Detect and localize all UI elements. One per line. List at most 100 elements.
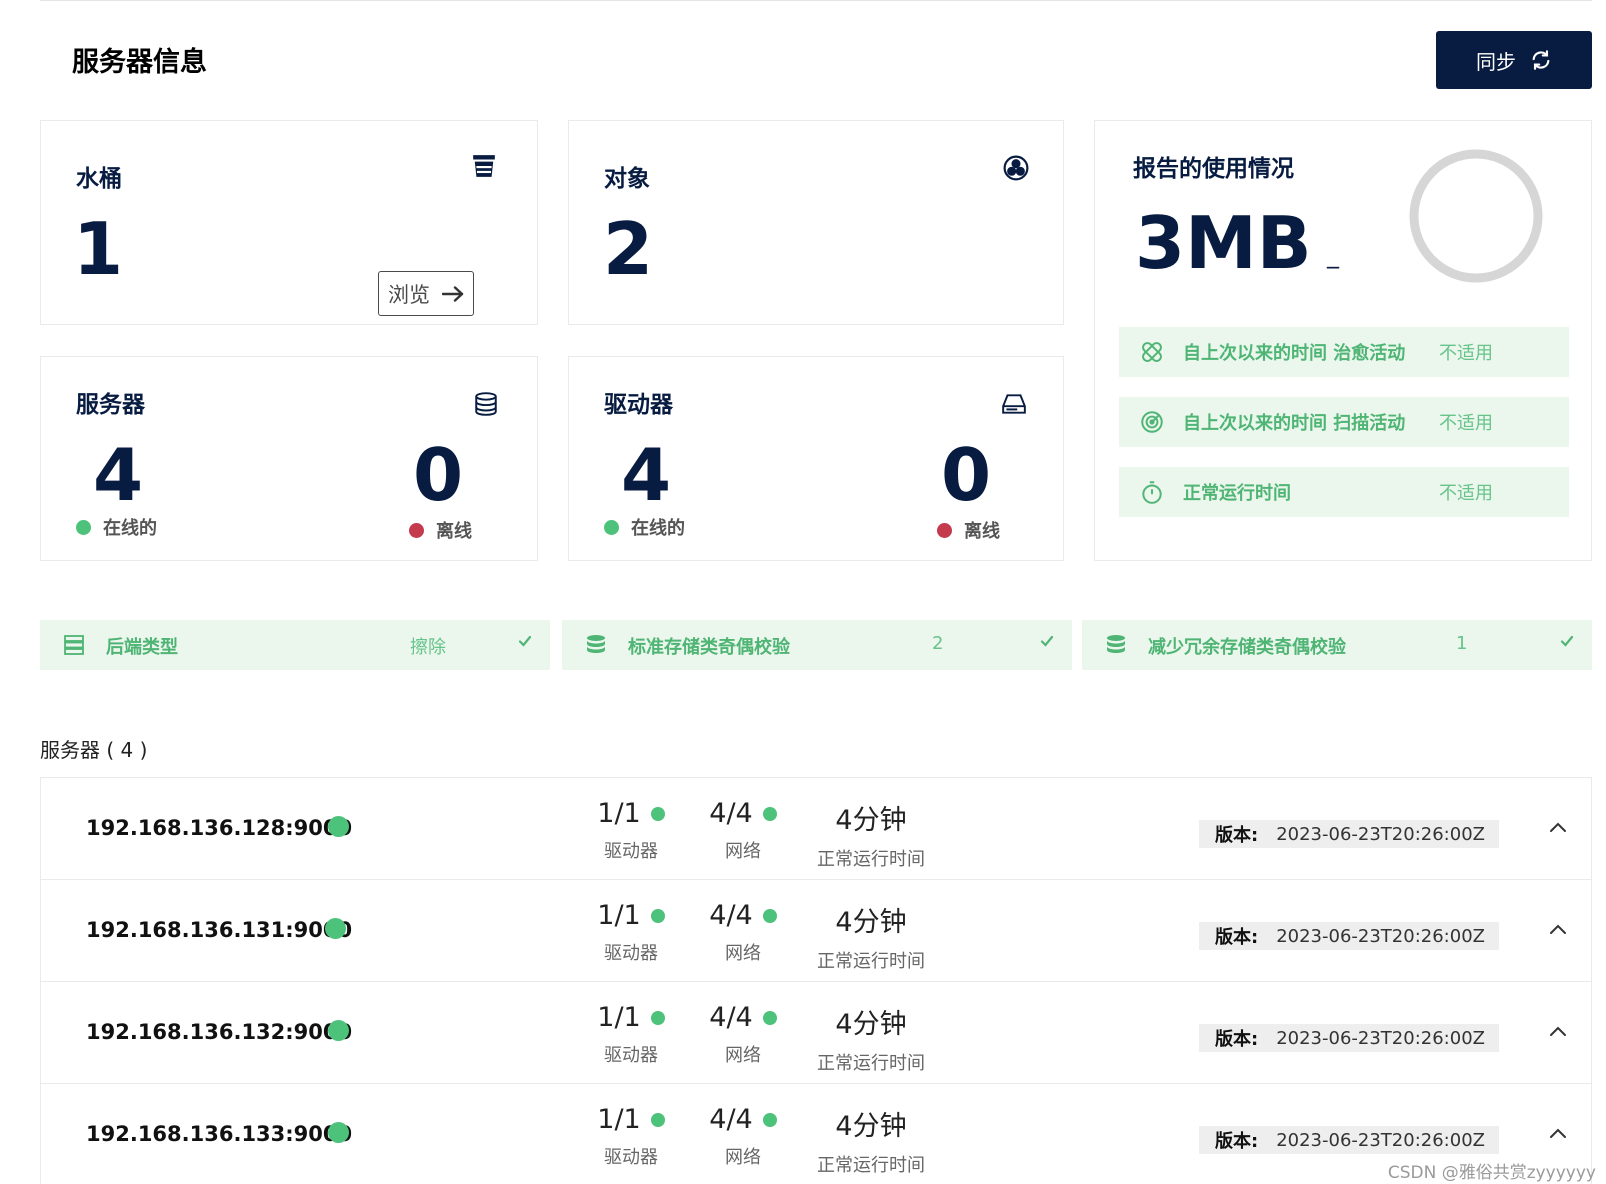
drives-value: 1/1 (597, 1002, 641, 1033)
network-status-dot (762, 1112, 777, 1127)
server-row[interactable]: 192.168.136.133:9000 1/1 驱动器 4/4 网络 4分钟 … (40, 1084, 1592, 1184)
objects-card: 对象 2 (568, 120, 1064, 325)
network-status-dot (762, 1010, 777, 1025)
servers-offline-label: 离线 (436, 521, 472, 542)
uptime-label: 正常运行时间 (817, 1053, 925, 1074)
network-metric: 4/4 网络 (691, 900, 795, 965)
drives-value: 1/1 (597, 798, 641, 829)
standard-parity-strip: 标准存储类奇偶校验 2 (562, 620, 1072, 670)
database-stack-icon (1107, 635, 1125, 653)
top-divider (40, 0, 1592, 1)
refresh-icon (1532, 50, 1550, 70)
version-value: 2023-06-23T20:26:00Z (1276, 823, 1485, 845)
servers-offline-status: 离线 (409, 517, 472, 543)
network-value: 4/4 (709, 798, 753, 829)
network-value: 4/4 (709, 900, 753, 931)
drives-metric: 1/1 驱动器 (581, 1104, 681, 1169)
offline-dot (937, 522, 952, 538)
version-label: 版本: (1215, 1131, 1259, 1152)
drives-online-status: 在线的 (604, 514, 685, 540)
watermark: CSDN @雅俗共赏zyyyyyy (1387, 1163, 1596, 1183)
objects-title: 对象 (604, 166, 650, 192)
heal-activity-label: 自上次以来的时间 治愈活动 (1183, 343, 1406, 364)
drives-label: 驱动器 (604, 1045, 658, 1066)
drives-label: 驱动器 (604, 841, 658, 862)
servers-title: 服务器 (76, 392, 145, 418)
network-status-dot (762, 908, 777, 923)
network-metric: 4/4 网络 (691, 798, 795, 863)
uptime-value: 4分钟 (835, 805, 907, 836)
backend-type-strip: 后端类型 擦除 (40, 620, 550, 670)
network-metric: 4/4 网络 (691, 1002, 795, 1067)
server-status-dot (328, 1020, 349, 1041)
page-title: 服务器信息 (72, 47, 207, 78)
uptime-label: 正常运行时间 (817, 849, 925, 870)
radar-icon (1141, 411, 1163, 433)
version-value: 2023-06-23T20:26:00Z (1276, 925, 1485, 947)
server-row[interactable]: 192.168.136.131:9000 1/1 驱动器 4/4 网络 4分钟 … (40, 880, 1592, 982)
server-row[interactable]: 192.168.136.128:9000 1/1 驱动器 4/4 网络 4分钟 … (40, 778, 1592, 880)
chevron-up-icon[interactable] (1549, 1126, 1567, 1140)
bucket-icon (473, 155, 495, 177)
scan-activity-value: 不适用 (1439, 413, 1493, 434)
servers-offline-count: 0 (413, 433, 464, 517)
uptime-value: 不适用 (1439, 483, 1493, 504)
heal-activity-value: 不适用 (1439, 343, 1493, 364)
version-value: 2023-06-23T20:26:00Z (1276, 1129, 1485, 1151)
network-value: 4/4 (709, 1104, 753, 1135)
network-status-dot (762, 806, 777, 821)
drives-card: 驱动器 4 在线的 0 离线 (568, 356, 1064, 561)
drives-metric: 1/1 驱动器 (581, 1002, 681, 1067)
buckets-title: 水桶 (76, 166, 122, 192)
usage-title: 报告的使用情况 (1133, 156, 1294, 182)
drives-label: 驱动器 (604, 943, 658, 964)
standard-parity-label: 标准存储类奇偶校验 (628, 637, 790, 658)
buckets-card: 水桶 1 浏览 (40, 120, 538, 325)
check-icon (1040, 635, 1054, 647)
online-dot (76, 519, 91, 535)
version-label: 版本: (1215, 825, 1259, 846)
server-list: 192.168.136.128:9000 1/1 驱动器 4/4 网络 4分钟 … (40, 777, 1592, 1184)
servers-online-status: 在线的 (76, 514, 157, 540)
version-value: 2023-06-23T20:26:00Z (1276, 1027, 1485, 1049)
drives-status-dot (650, 806, 665, 821)
server-row[interactable]: 192.168.136.132:9000 1/1 驱动器 4/4 网络 4分钟 … (40, 982, 1592, 1084)
server-status-dot (328, 816, 349, 837)
network-label: 网络 (725, 1147, 761, 1168)
browse-button[interactable]: 浏览 (378, 271, 474, 316)
standard-parity-value: 2 (932, 633, 944, 654)
usage-suffix: _ (1327, 241, 1339, 269)
sync-label: 同步 (1476, 49, 1516, 74)
version-badge: 版本: 2023-06-23T20:26:00Z (1199, 1126, 1499, 1154)
bandage-icon (1142, 342, 1162, 362)
usage-card: 报告的使用情况 3MB _ 自上次以来的时间 治愈活动 不适用 自上次以来的时间… (1094, 120, 1592, 561)
drives-online-label: 在线的 (631, 518, 685, 539)
objects-count: 2 (603, 207, 654, 291)
chevron-up-icon[interactable] (1549, 922, 1567, 936)
servers-card: 服务器 4 在线的 0 离线 (40, 356, 538, 561)
drives-status-dot (650, 1010, 665, 1025)
uptime-label: 正常运行时间 (817, 951, 925, 972)
check-icon (518, 635, 532, 647)
drives-status-dot (650, 1112, 665, 1127)
scan-activity-label: 自上次以来的时间 扫描活动 (1183, 413, 1406, 434)
version-label: 版本: (1215, 927, 1259, 948)
uptime-row: 正常运行时间 不适用 (1119, 467, 1569, 517)
scan-activity-row: 自上次以来的时间 扫描活动 不适用 (1119, 397, 1569, 447)
server-address: 192.168.136.128:9000 (86, 816, 353, 840)
sync-button[interactable]: 同步 (1436, 31, 1592, 89)
drives-offline-label: 离线 (964, 521, 1000, 542)
backend-type-value: 擦除 (410, 637, 446, 658)
chevron-up-icon[interactable] (1549, 1024, 1567, 1038)
uptime-metric: 4分钟 正常运行时间 (811, 1002, 931, 1075)
network-label: 网络 (725, 943, 761, 964)
drives-value: 1/1 (597, 900, 641, 931)
drives-title: 驱动器 (604, 392, 673, 418)
uptime-value: 4分钟 (835, 1009, 907, 1040)
server-stack-icon (64, 635, 84, 655)
server-address: 192.168.136.131:9000 (86, 918, 353, 942)
servers-list-heading: 服务器 ( 4 ) (40, 738, 148, 762)
chevron-up-icon[interactable] (1549, 820, 1567, 834)
stopwatch-icon (1142, 481, 1162, 504)
servers-online-label: 在线的 (103, 518, 157, 539)
